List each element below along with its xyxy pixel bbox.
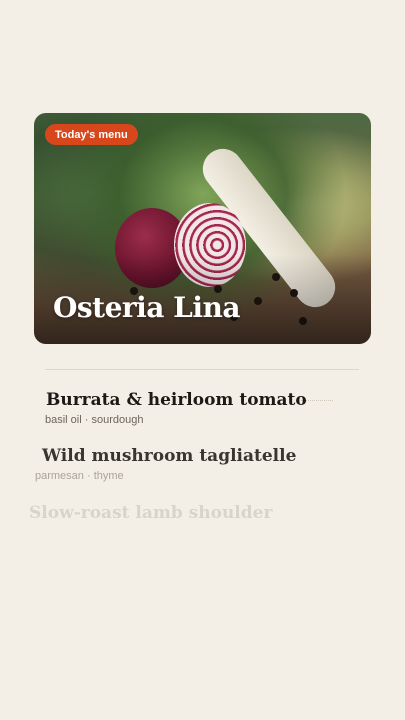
dish-description: basil oil · sourdough [45, 414, 144, 426]
dish-name[interactable]: Slow-roast lamb shoulder [29, 503, 272, 523]
todays-menu-badge: Today's menu [45, 124, 138, 145]
restaurant-name: Osteria Lina [53, 291, 241, 324]
dish-name[interactable]: Wild mushroom tagliatelle [42, 446, 296, 466]
dish-name[interactable]: Burrata & heirloom tomato [46, 390, 307, 410]
hero-image-card[interactable]: Today's menu Osteria Lina [34, 113, 371, 344]
dish-description: parmesan · thyme [35, 470, 124, 482]
section-divider [45, 369, 359, 370]
